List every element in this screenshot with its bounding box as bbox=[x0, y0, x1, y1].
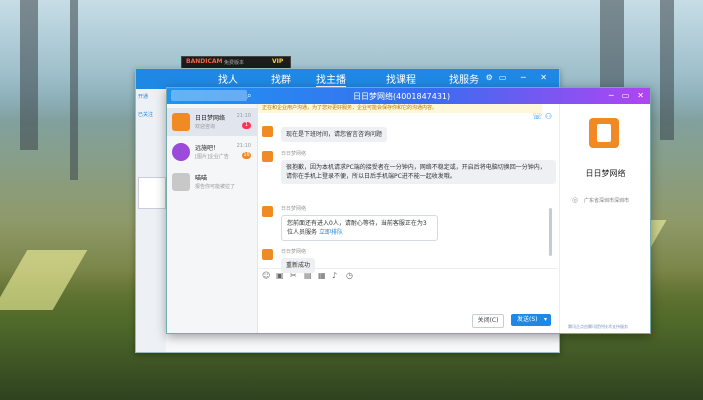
chevron-down-icon[interactable]: ▾ bbox=[544, 314, 547, 326]
message-avatar bbox=[262, 206, 273, 217]
company-logo bbox=[589, 118, 619, 148]
chat-notice: 正在和企业用户沟通，为了您对更好服务，企业可能会保存你和它的沟通内容。 bbox=[258, 104, 542, 113]
file-icon[interactable]: ▦ bbox=[318, 271, 326, 280]
chat-title-bar: ⌕ 日日梦网络(4001847431) ─ ▭ ✕ bbox=[167, 88, 650, 104]
background-thumbnail bbox=[138, 177, 166, 209]
history-icon[interactable]: ◷ bbox=[346, 271, 353, 280]
emoji-icon[interactable]: ☺ bbox=[262, 271, 270, 280]
recorder-logo: BANDICAM bbox=[186, 58, 223, 65]
window-controls: ─ ▭ ✕ bbox=[601, 91, 644, 100]
avatar bbox=[172, 143, 190, 161]
folder-icon[interactable]: ▤ bbox=[304, 271, 312, 280]
location-icon: ◎ bbox=[572, 196, 579, 204]
chat-title: 日日梦网络(4001847431) bbox=[353, 92, 451, 101]
nav-find-course[interactable]: 找课程 bbox=[386, 71, 416, 86]
nav-find-host[interactable]: 找主播 bbox=[316, 71, 346, 88]
conversation-time: 21:10 bbox=[236, 143, 251, 149]
conversation-item[interactable]: 远施吧！ 21:10 [图片]企业广告 16 bbox=[167, 138, 257, 166]
background-side-label[interactable]: 已关注 bbox=[138, 111, 153, 118]
conversation-preview: [图片]企业广告 bbox=[195, 154, 229, 160]
nav-find-service[interactable]: 找服务 bbox=[449, 71, 479, 86]
message-bubble: 很抱歉，因为本机请求PC端的接受者在一分钟内，网络不稳定或，开启后将电脑切换回一… bbox=[281, 160, 556, 184]
send-button[interactable]: 发送(S) ▾ bbox=[511, 314, 551, 326]
message-bubble: 您前面还有进入0人，请耐心等待，当前客服正在为3位人员服务 立即排队 bbox=[281, 215, 438, 241]
close-icon[interactable]: ✕ bbox=[637, 91, 644, 100]
image-icon[interactable]: ▣ bbox=[276, 271, 284, 280]
conversation-name: 日日梦网络 bbox=[195, 115, 226, 122]
message-avatar bbox=[262, 249, 273, 260]
send-button-label: 发送(S) bbox=[517, 316, 538, 323]
background-sidebar: 开通 已关注 bbox=[136, 89, 166, 352]
chat-scrollbar[interactable] bbox=[549, 208, 552, 256]
chat-window: ⌕ 日日梦网络(4001847431) ─ ▭ ✕ 日日梦网络 21:10 欢迎咨询… bbox=[166, 87, 651, 334]
message-text: 您前面还有进入0人，请耐心等待，当前客服正在为3位人员服务 bbox=[287, 220, 427, 236]
conversation-item[interactable]: 喵喵 报告你可能被拉了 bbox=[167, 168, 257, 196]
conversation-name: 喵喵 bbox=[195, 175, 208, 182]
recorder-subtitle: 免费版本 bbox=[224, 60, 245, 66]
message-avatar bbox=[262, 126, 273, 137]
conversation-time: 21:10 bbox=[236, 113, 251, 119]
maximize-icon[interactable]: ▭ bbox=[622, 91, 630, 100]
conversation-preview: 报告你可能被拉了 bbox=[195, 184, 236, 190]
message-bubble: 现在是下班时间，请您留言咨询问题 bbox=[281, 127, 388, 142]
chat-panel: 正在和企业用户沟通，为了您对更好服务，企业可能会保存你和它的沟通内容。 ☏ ⚇ … bbox=[258, 104, 558, 333]
background-window-controls[interactable]: ⚙▭ ─ ✕ bbox=[486, 73, 553, 82]
message-avatar bbox=[262, 151, 273, 162]
composer-toolbar: ☺ ▣ ✂ ▤ ▦ ♪ ◷ bbox=[258, 268, 558, 281]
message-sender: 日日梦网络 bbox=[281, 249, 307, 255]
voice-icon[interactable]: ♪ bbox=[332, 271, 337, 280]
conversation-item[interactable]: 日日梦网络 21:10 欢迎咨询 1 bbox=[167, 108, 257, 136]
unread-badge: 16 bbox=[242, 152, 251, 159]
message-sender: 日日梦网络 bbox=[281, 206, 307, 212]
avatar bbox=[172, 113, 190, 131]
conversation-preview: 欢迎咨询 bbox=[195, 124, 216, 130]
minimize-icon[interactable]: ─ bbox=[609, 91, 614, 100]
screenshot-icon[interactable]: ✂ bbox=[290, 271, 297, 280]
recorder-vip: VIP bbox=[272, 58, 284, 65]
call-icon[interactable]: ☏ ⚇ bbox=[532, 112, 552, 121]
profile-footer: 腾讯企点由腾讯提供技术支持服务 bbox=[568, 324, 628, 329]
search-input[interactable] bbox=[171, 90, 247, 101]
conversation-list: 日日梦网络 21:10 欢迎咨询 1 远施吧！ 21:10 [图片]企业广告 1… bbox=[167, 104, 258, 333]
profile-location: 广东省深圳市深圳市 bbox=[584, 198, 630, 204]
avatar bbox=[172, 173, 190, 191]
profile-panel: 日日梦网络 ◎ 广东省深圳市深圳市 腾讯企点由腾讯提供技术支持服务 bbox=[559, 104, 650, 333]
message-sender: 日日梦网络 bbox=[281, 151, 307, 157]
close-button[interactable]: 关闭(C) bbox=[472, 314, 504, 328]
profile-name: 日日梦网络 bbox=[585, 169, 626, 178]
search-icon[interactable]: ⌕ bbox=[247, 91, 251, 101]
queue-link[interactable]: 立即排队 bbox=[319, 229, 343, 236]
unread-badge: 1 bbox=[242, 122, 251, 129]
nav-find-group[interactable]: 找群 bbox=[271, 71, 291, 86]
conversation-name: 远施吧！ bbox=[195, 145, 220, 152]
background-side-label[interactable]: 开通 bbox=[138, 93, 148, 100]
background-app-header: 找人 找群 找主播 找课程 找服务 ⚙▭ ─ ✕ bbox=[136, 69, 559, 89]
nav-find-people[interactable]: 找人 bbox=[218, 71, 238, 86]
